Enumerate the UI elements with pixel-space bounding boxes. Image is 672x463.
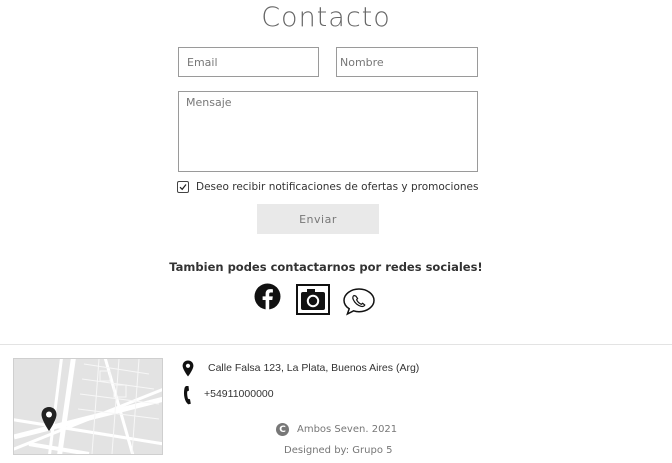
footer-divider bbox=[0, 344, 672, 345]
email-field[interactable] bbox=[178, 47, 319, 77]
phone-text: +54911000000 bbox=[204, 388, 274, 400]
enviar-button[interactable]: Enviar bbox=[257, 204, 379, 234]
notifications-checkbox-label: Deseo recibir notificaciones de ofertas … bbox=[196, 181, 479, 193]
copyright-row: C Ambos Seven. 2021 bbox=[276, 423, 397, 436]
camera-icon[interactable] bbox=[296, 284, 330, 315]
facebook-icon[interactable] bbox=[254, 283, 281, 310]
check-icon bbox=[179, 184, 187, 191]
location-pin-icon bbox=[182, 360, 194, 377]
map-streets bbox=[14, 359, 162, 454]
mensaje-field[interactable] bbox=[178, 91, 478, 172]
map-pin-icon bbox=[41, 407, 57, 431]
phone-icon bbox=[183, 386, 191, 405]
page-title: Contacto bbox=[261, 2, 391, 33]
whatsapp-icon[interactable] bbox=[342, 287, 376, 316]
copyright-icon: C bbox=[276, 423, 289, 436]
copyright-text: Ambos Seven. 2021 bbox=[297, 424, 398, 435]
notifications-checkbox-row[interactable]: Deseo recibir notificaciones de ofertas … bbox=[177, 181, 478, 193]
map-thumbnail[interactable] bbox=[13, 358, 163, 455]
address-text: Calle Falsa 123, La Plata, Buenos Aires … bbox=[208, 362, 420, 374]
designed-by-text: Designed by: Grupo 5 bbox=[284, 445, 393, 456]
nombre-field[interactable] bbox=[336, 47, 478, 77]
notifications-checkbox[interactable] bbox=[177, 181, 189, 193]
social-heading: Tambien podes contactarnos por redes soc… bbox=[169, 260, 483, 274]
